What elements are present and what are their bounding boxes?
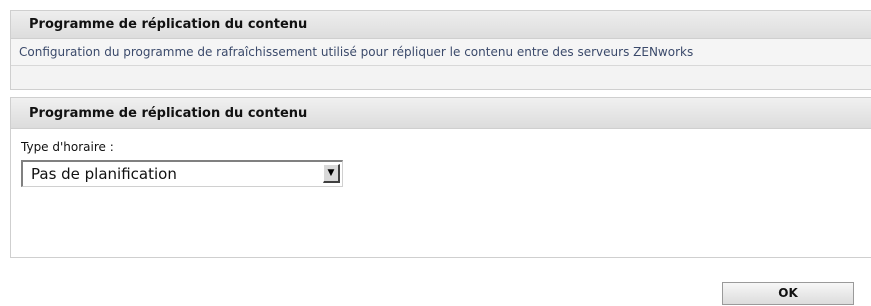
schedule-type-label: Type d'horaire : <box>21 140 114 154</box>
schedule-type-selected-value: Pas de planification <box>31 165 177 183</box>
ok-button[interactable]: OK <box>722 282 854 305</box>
schedule-panel-title: Programme de réplication du contenu <box>11 98 871 129</box>
schedule-type-select[interactable]: Pas de planification ▼ <box>21 160 343 187</box>
info-panel-title: Programme de réplication du contenu <box>11 11 871 39</box>
info-panel: Programme de réplication du contenu Conf… <box>10 10 871 90</box>
info-panel-description: Configuration du programme de rafraîchis… <box>11 39 871 66</box>
page: Programme de réplication du contenu Conf… <box>0 0 871 306</box>
dropdown-arrow-icon[interactable]: ▼ <box>323 164 340 183</box>
schedule-panel: Programme de réplication du contenu Type… <box>10 97 871 258</box>
